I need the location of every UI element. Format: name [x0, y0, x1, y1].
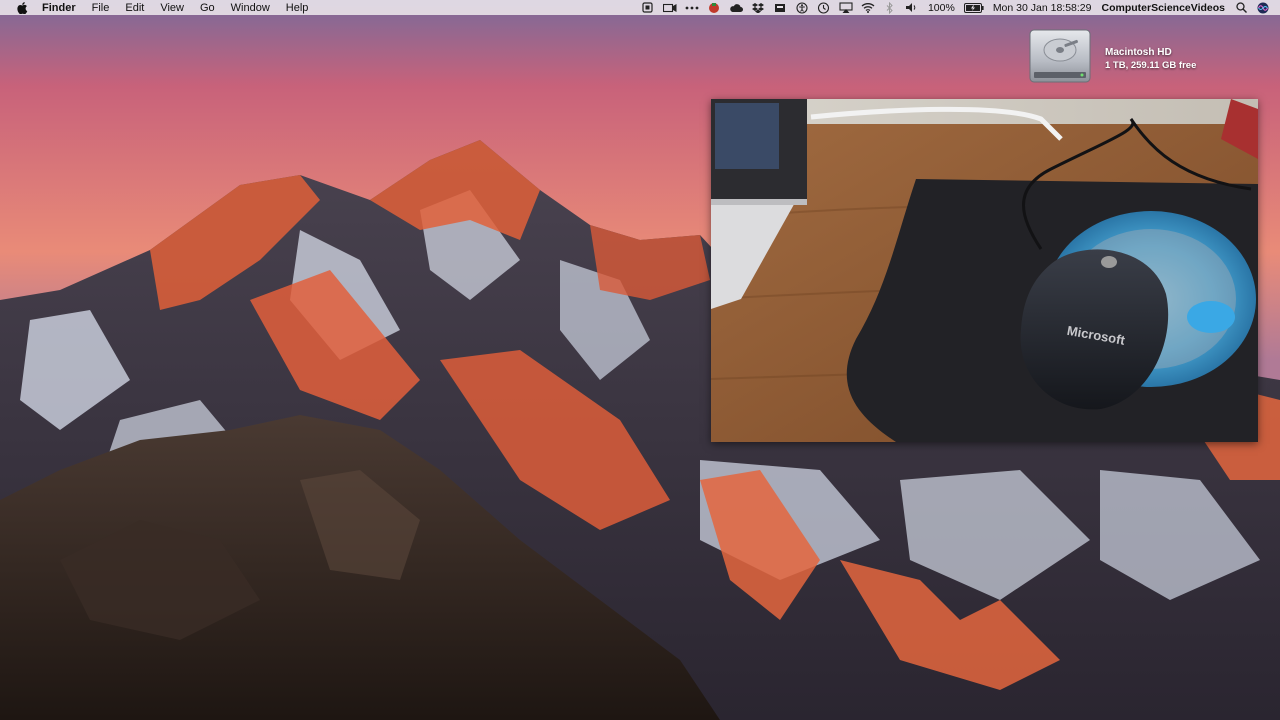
airplay-icon[interactable]	[839, 1, 853, 14]
screen-record-icon[interactable]	[662, 2, 677, 14]
clock[interactable]: Mon 30 Jan 18:58:29	[993, 2, 1092, 14]
bluetooth-icon[interactable]	[883, 1, 897, 14]
siri-icon[interactable]	[1256, 2, 1270, 14]
menu-bar: Finder File Edit View Go Window Help 100…	[0, 0, 1280, 15]
menu-help[interactable]: Help	[286, 2, 309, 14]
hard-disk-icon[interactable]	[1028, 26, 1092, 84]
status-area: 100% Mon 30 Jan 18:58:29 ComputerScience…	[637, 0, 1280, 15]
time-machine-icon[interactable]	[817, 1, 831, 14]
apple-menu-icon[interactable]	[15, 1, 29, 15]
dots-icon[interactable]	[685, 2, 699, 14]
backup-icon[interactable]	[773, 2, 787, 14]
disk-capacity: 1 TB, 259.11 GB free	[1105, 60, 1197, 71]
wifi-icon[interactable]	[861, 2, 875, 14]
battery-percentage[interactable]: 100%	[928, 2, 955, 14]
menu-view[interactable]: View	[160, 2, 184, 14]
scan-icon[interactable]	[641, 2, 655, 14]
menu-edit[interactable]: Edit	[125, 2, 144, 14]
accessibility-icon[interactable]	[795, 1, 809, 14]
disk-name: Macintosh HD	[1105, 47, 1172, 58]
evernote-icon[interactable]	[707, 2, 721, 14]
volume-icon[interactable]	[905, 2, 919, 14]
search-icon[interactable]	[1234, 2, 1248, 14]
menu-go[interactable]: Go	[200, 2, 215, 14]
cloud-icon[interactable]	[729, 2, 743, 14]
app-menu-finder[interactable]: Finder	[42, 2, 76, 14]
video-overlay: Microsoft	[711, 99, 1258, 442]
hard-disk-label[interactable]: Macintosh HD 1 TB, 259.11 GB free	[1105, 46, 1196, 72]
battery-icon[interactable]	[963, 2, 984, 14]
menu-window[interactable]: Window	[231, 2, 270, 14]
dropbox-icon[interactable]	[751, 2, 765, 14]
menu-file[interactable]: File	[92, 2, 110, 14]
user-name[interactable]: ComputerScienceVideos	[1101, 2, 1225, 14]
